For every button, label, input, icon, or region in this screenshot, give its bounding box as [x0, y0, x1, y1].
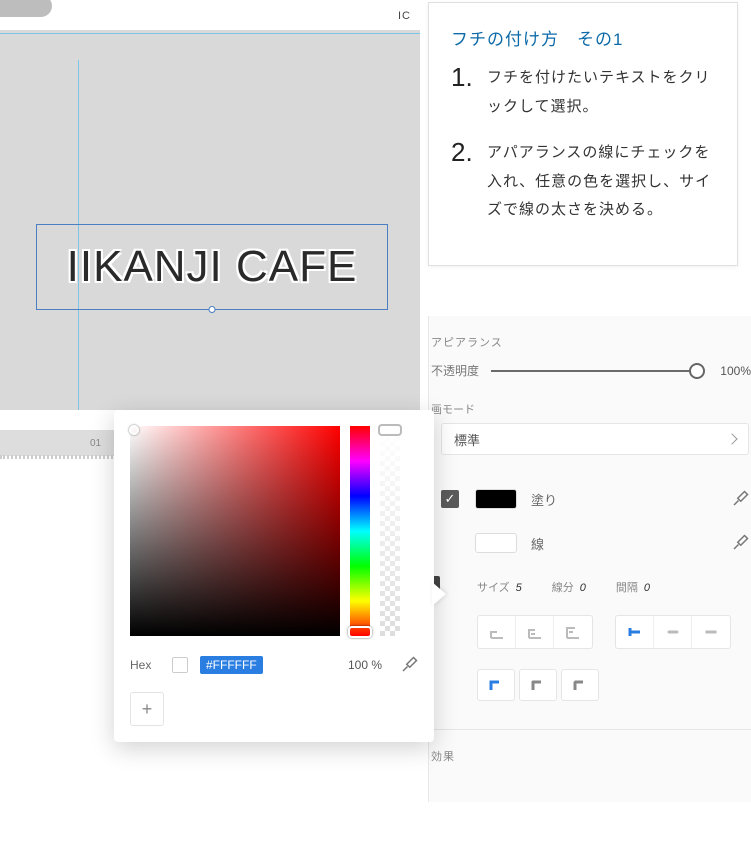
stroke-row: 線	[441, 521, 749, 565]
alpha-value-input[interactable]: 100 %	[348, 658, 382, 672]
alpha-slider[interactable]	[380, 426, 400, 636]
instruction-callout: フチの付け方 その1 1. フチを付けたいテキストをクリックして選択。 2. ア…	[428, 2, 738, 266]
step-text: フチを付けたいテキストをクリックして選択。	[487, 64, 715, 121]
cap-square-button[interactable]	[692, 616, 730, 648]
stroke-align-cap-row	[429, 609, 751, 663]
stroke-size[interactable]: サイズ5	[477, 579, 522, 595]
hex-input[interactable]: #FFFFFF	[200, 656, 263, 674]
join-round-button[interactable]	[519, 669, 557, 701]
join-bevel-button[interactable]	[561, 669, 599, 701]
chevron-icon	[726, 433, 737, 444]
opacity-slider-thumb[interactable]	[689, 363, 705, 379]
opacity-label: 不透明度	[431, 362, 491, 379]
blend-mode-select[interactable]: 標準	[441, 423, 749, 455]
fill-row: ✓ 塗り	[441, 477, 749, 521]
eyedropper-icon[interactable]	[731, 490, 749, 508]
opacity-value: 100%	[707, 364, 751, 378]
stroke-align-outer-button[interactable]	[554, 616, 592, 648]
blend-mode-label: 画モード	[429, 397, 751, 423]
instruction-step: 1. フチを付けたいテキストをクリックして選択。	[451, 64, 715, 121]
step-text: アパアランスの線にチェックを入れ、任意の色を選択し、サイズで線の太さを決める。	[487, 139, 715, 225]
blend-mode-value: 標準	[454, 430, 480, 449]
callout-title: フチの付け方 その1	[451, 25, 715, 50]
hue-slider[interactable]	[350, 426, 370, 636]
fill-label: 塗り	[531, 490, 731, 509]
stroke-cap-group	[615, 615, 731, 649]
appearance-panel: アピアランス 不透明度 100% 画モード 標準 ✓ 塗り 線 サイズ5 線分0…	[428, 316, 751, 802]
timeline-ruler	[0, 455, 120, 459]
artboard[interactable]: IIKANJI CAFE	[0, 30, 420, 410]
effects-heading: 効果	[429, 730, 751, 772]
cap-round-button[interactable]	[654, 616, 692, 648]
join-miter-button[interactable]	[477, 669, 515, 701]
text-frame-selected[interactable]: IIKANJI CAFE	[36, 224, 388, 310]
stroke-align-inner-button[interactable]	[478, 616, 516, 648]
alpha-cursor[interactable]	[378, 424, 402, 436]
hex-label: Hex	[130, 658, 160, 672]
stroke-properties: サイズ5 線分0 間隔0	[429, 571, 751, 609]
text-content: IIKANJI CAFE	[67, 242, 358, 292]
eyedropper-icon[interactable]	[400, 656, 418, 674]
opacity-slider[interactable]	[491, 370, 697, 372]
shape-object[interactable]	[0, 0, 52, 17]
instruction-step: 2. アパアランスの線にチェックを入れ、任意の色を選択し、サイズで線の太さを決め…	[451, 139, 715, 225]
appearance-heading: アピアランス	[429, 316, 751, 358]
ruler-label: IC	[398, 10, 411, 22]
fill-checkbox[interactable]: ✓	[441, 490, 459, 508]
saturation-value-field[interactable]	[130, 426, 340, 636]
stroke-gap[interactable]: 間隔0	[616, 579, 650, 595]
timeline-frame-number: 01	[90, 438, 101, 449]
add-swatch-button[interactable]: +	[130, 692, 164, 726]
sv-cursor[interactable]	[129, 425, 139, 435]
color-picker-popup: Hex #FFFFFF 100 % +	[114, 410, 434, 742]
step-number: 2.	[451, 139, 487, 225]
cap-butt-button[interactable]	[616, 616, 654, 648]
plus-icon: +	[142, 699, 153, 720]
canvas-area: IC IIKANJI CAFE	[0, 0, 420, 430]
selection-handle[interactable]	[209, 306, 216, 313]
hue-cursor[interactable]	[348, 626, 372, 638]
fill-color-swatch[interactable]	[475, 489, 517, 509]
stroke-align-center-button[interactable]	[516, 616, 554, 648]
eyedropper-icon[interactable]	[731, 534, 749, 552]
stroke-align-group	[477, 615, 593, 649]
popup-pointer	[432, 582, 446, 606]
stroke-dash[interactable]: 線分0	[552, 579, 586, 595]
color-mode-toggle[interactable]	[172, 657, 188, 673]
stroke-color-swatch[interactable]	[475, 533, 517, 553]
stroke-join-row	[429, 663, 751, 715]
step-number: 1.	[451, 64, 487, 121]
opacity-row: 不透明度 100%	[429, 358, 751, 397]
hex-row: Hex #FFFFFF 100 %	[130, 656, 418, 674]
timeline-bar[interactable]: 01	[0, 430, 120, 456]
guide-horizontal[interactable]	[0, 33, 420, 34]
stroke-label: 線	[531, 534, 731, 553]
